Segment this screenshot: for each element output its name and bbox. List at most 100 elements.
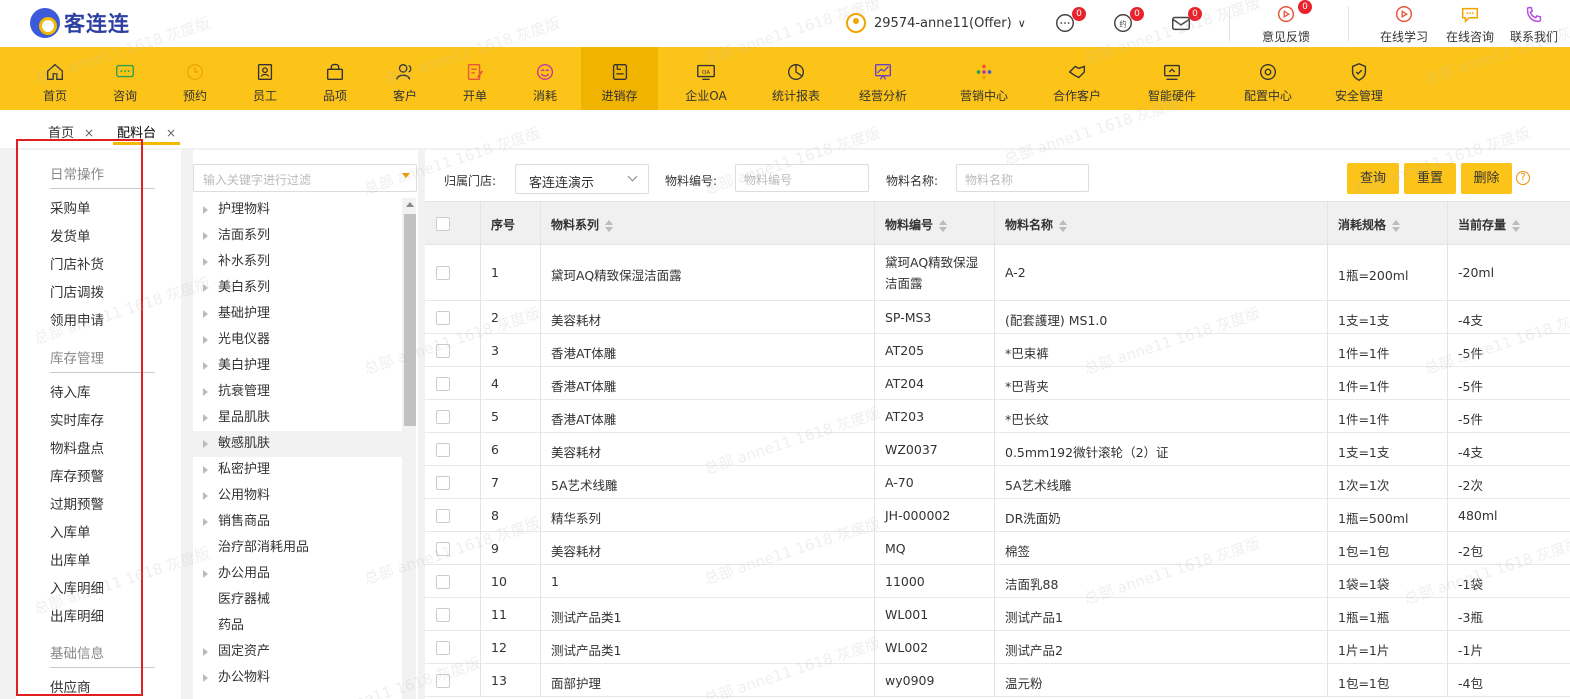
feedback-link[interactable]: 意见反馈 0 — [1256, 0, 1316, 45]
tree-node[interactable]: 护理物料 — [193, 197, 402, 223]
caret-right-icon[interactable] — [203, 206, 208, 214]
sort-icon[interactable] — [939, 219, 948, 232]
tree-filter-input[interactable]: 输入关键字进行过滤 — [193, 164, 417, 192]
tree-node[interactable]: 销售商品 — [193, 509, 402, 535]
row-checkbox[interactable] — [436, 641, 450, 655]
nav-item-hardware[interactable]: 智能硬件 — [1142, 47, 1202, 110]
row-checkbox[interactable] — [436, 266, 450, 280]
tree-node[interactable]: 办公用品 — [193, 561, 402, 587]
sort-icon[interactable] — [1392, 219, 1401, 232]
row-checkbox[interactable] — [436, 608, 450, 622]
caret-right-icon[interactable] — [203, 336, 208, 344]
tree-node[interactable]: 光电仪器 — [193, 327, 402, 353]
close-icon[interactable]: × — [84, 126, 94, 140]
sort-icon[interactable] — [1512, 219, 1521, 232]
tree-scrollbar-thumb[interactable] — [404, 214, 416, 426]
tree-node[interactable]: 基础护理 — [193, 301, 402, 327]
caret-right-icon[interactable] — [203, 232, 208, 240]
sort-icon[interactable] — [1059, 219, 1068, 232]
table-row[interactable]: 8 精华系列 JH-000002 DR洗面奶 1瓶=500ml 480ml — [425, 499, 1570, 532]
row-checkbox[interactable] — [436, 575, 450, 589]
contact-us-link[interactable]: 联系我们 — [1506, 4, 1562, 45]
caret-right-icon[interactable] — [203, 570, 208, 578]
nav-item-order[interactable]: 开单 — [458, 47, 492, 110]
tree-node[interactable]: 洁面系列 — [193, 223, 402, 249]
nav-item-product[interactable]: 品项 — [318, 47, 352, 110]
messages-button[interactable]: 0 — [1054, 7, 1086, 36]
header-spec[interactable]: 消耗规格 — [1338, 216, 1401, 233]
nav-item-reservation[interactable]: 预约 — [178, 47, 212, 110]
nav-item-customer[interactable]: 客户 — [388, 47, 422, 110]
row-checkbox[interactable] — [436, 344, 450, 358]
tree-node[interactable]: 办公物料 — [193, 665, 402, 691]
caret-right-icon[interactable] — [203, 284, 208, 292]
online-learning-link[interactable]: 在线学习 — [1376, 4, 1432, 45]
help-icon[interactable]: ? — [1516, 171, 1530, 185]
sort-icon[interactable] — [605, 219, 614, 232]
tree-node[interactable]: 私密护理 — [193, 457, 402, 483]
caret-right-icon[interactable] — [203, 466, 208, 474]
tree-node[interactable]: 敏感肌肤 — [193, 431, 402, 457]
header-series[interactable]: 物料系列 — [551, 216, 614, 233]
row-checkbox[interactable] — [436, 311, 450, 325]
nav-item-office-oa[interactable]: OA 企业OA — [680, 47, 732, 110]
user-menu[interactable]: 29574-anne11(Offer) ∨ — [846, 13, 1026, 33]
table-row[interactable]: 2 美容耗材 SP-MS3 (配套護理) MS1.0 1支=1支 -4支 — [425, 301, 1570, 334]
nav-item-marketing[interactable]: 营销中心 — [954, 47, 1014, 110]
caret-right-icon[interactable] — [203, 674, 208, 682]
reset-button[interactable]: 重置 — [1404, 163, 1456, 194]
header-name[interactable]: 物料名称 — [1005, 216, 1068, 233]
tree-node[interactable]: 抗衰管理 — [193, 379, 402, 405]
caret-right-icon[interactable] — [203, 310, 208, 318]
nav-item-consult[interactable]: 咨询 — [108, 47, 142, 110]
app-logo[interactable]: 客连连 — [30, 8, 130, 38]
table-row[interactable]: 3 香港AT体雕 AT205 *巴束裤 1件=1件 -5件 — [425, 334, 1570, 367]
tree-node[interactable]: 公用物料 — [193, 483, 402, 509]
tree-node[interactable]: 固定资产 — [193, 639, 402, 665]
store-select[interactable]: 客连连演示 — [515, 164, 649, 194]
table-row[interactable]: 1 黛珂AQ精致保湿洁面露 黛珂AQ精致保湿洁面露 A-2 1瓶=200ml -20ml — [425, 245, 1570, 301]
nav-item-analysis[interactable]: 经营分析 — [857, 47, 909, 110]
tree-node[interactable]: 治疗部消耗用品 — [193, 535, 402, 561]
caret-right-icon[interactable] — [203, 388, 208, 396]
close-icon[interactable]: × — [166, 126, 176, 140]
caret-right-icon[interactable] — [203, 518, 208, 526]
tree-node[interactable]: 补水系列 — [193, 249, 402, 275]
nav-item-consume[interactable]: 消耗 — [528, 47, 562, 110]
tree-node[interactable]: 美白护理 — [193, 353, 402, 379]
table-row[interactable]: 5 香港AT体雕 AT203 *巴长纹 1件=1件 -5件 — [425, 400, 1570, 433]
row-checkbox[interactable] — [436, 509, 450, 523]
reservations-button[interactable]: 约 0 — [1112, 7, 1144, 36]
row-checkbox[interactable] — [436, 377, 450, 391]
nav-item-home[interactable]: 首页 — [40, 47, 70, 110]
header-stock[interactable]: 当前存量 — [1458, 216, 1521, 233]
nav-item-report[interactable]: 统计报表 — [767, 47, 825, 110]
nav-item-config[interactable]: 配置中心 — [1238, 47, 1298, 110]
tree-node[interactable]: 药品 — [193, 613, 402, 639]
table-row[interactable]: 11 测试产品类1 WL001 测试产品1 1瓶=1瓶 -3瓶 — [425, 598, 1570, 631]
table-row[interactable]: 4 香港AT体雕 AT204 *巴背夹 1件=1件 -5件 — [425, 367, 1570, 400]
row-checkbox[interactable] — [436, 443, 450, 457]
select-all-checkbox[interactable] — [436, 217, 450, 231]
row-checkbox[interactable] — [436, 674, 450, 688]
online-consult-link[interactable]: 在线咨询 — [1442, 4, 1498, 45]
scroll-up-arrow-icon[interactable] — [406, 202, 414, 207]
nav-item-staff[interactable]: 员工 — [248, 47, 282, 110]
caret-right-icon[interactable] — [203, 258, 208, 266]
tree-node[interactable]: 美白系列 — [193, 275, 402, 301]
row-checkbox[interactable] — [436, 476, 450, 490]
header-code[interactable]: 物料编号 — [885, 216, 948, 233]
caret-right-icon[interactable] — [203, 492, 208, 500]
table-row[interactable]: 9 美容耗材 MQ 棉签 1包=1包 -2包 — [425, 532, 1570, 565]
table-row[interactable]: 12 测试产品类1 WL002 测试产品2 1片=1片 -1片 — [425, 631, 1570, 664]
material-name-input[interactable]: 物料名称 — [956, 164, 1089, 192]
mail-button[interactable]: 0 — [1170, 7, 1202, 36]
caret-right-icon[interactable] — [203, 414, 208, 422]
row-checkbox[interactable] — [436, 410, 450, 424]
table-row[interactable]: 7 5A艺术线雕 A-70 5A艺术线雕 1次=1次 -2次 — [425, 466, 1570, 499]
tree-node[interactable]: 星品肌肤 — [193, 405, 402, 431]
caret-right-icon[interactable] — [203, 648, 208, 656]
nav-item-inventory[interactable]: 进销存 — [581, 47, 658, 110]
row-checkbox[interactable] — [436, 542, 450, 556]
delete-button[interactable]: 删除 — [1461, 163, 1512, 194]
